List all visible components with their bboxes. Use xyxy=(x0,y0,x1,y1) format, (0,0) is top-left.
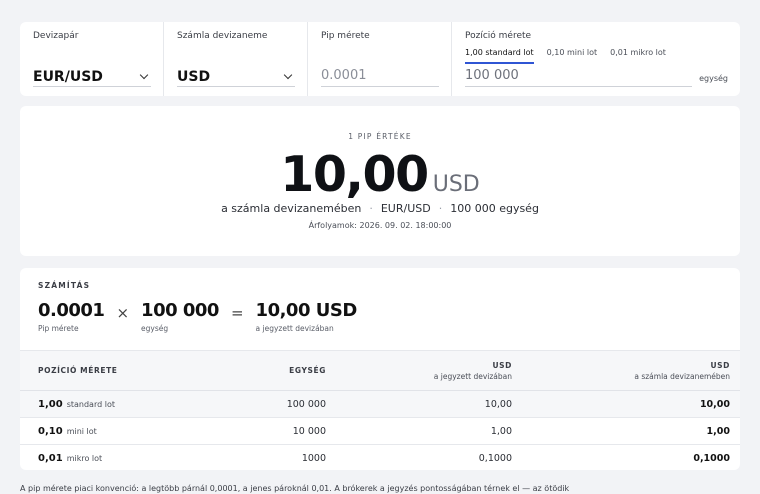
table-row: 1,00 standard lot 100 000 10,00 10,00 xyxy=(20,390,740,418)
account-currency-select[interactable]: Számla devizaneme USD xyxy=(164,22,308,96)
pip-size-placeholder[interactable]: 0.0001 xyxy=(321,68,367,83)
formula: 0.0001 Pip mérete × 100 000 egység = 10,… xyxy=(38,300,357,333)
header-position-size: POZÍCIÓ MÉRETE xyxy=(38,366,118,375)
tab-micro-lot[interactable]: 0,01 mikro lot xyxy=(610,48,666,64)
table-header-row: POZÍCIÓ MÉRETE EGYSÉG USD a jegyzett devi… xyxy=(20,350,740,391)
header-quote-currency: USD a jegyzett devizában xyxy=(433,360,512,381)
currency-pair-select[interactable]: Devizapár EUR/USD xyxy=(20,22,164,96)
tab-mini-lot[interactable]: 0,10 mini lot xyxy=(547,48,597,64)
calculator-controls: Devizapár EUR/USD Számla devizaneme USD … xyxy=(20,22,740,96)
formula-pip-size: 0.0001 Pip mérete xyxy=(38,300,105,333)
header-account-currency: USD a számla devizanemében xyxy=(634,360,730,381)
lot-size-table: POZÍCIÓ MÉRETE EGYSÉG USD a jegyzett devi… xyxy=(20,350,740,470)
lot-tabs: 1,00 standard lot 0,10 mini lot 0,01 mik… xyxy=(465,48,679,64)
pip-value-result: 1 PIP ÉRTÉKE 10,00 USD a számla devizane… xyxy=(20,106,740,256)
result-meta-context: a számla devizanemében xyxy=(221,202,362,215)
currency-pair-label: Devizapár xyxy=(33,31,79,41)
result-meta-pair: EUR/USD xyxy=(380,202,431,215)
currency-pair-value[interactable]: EUR/USD xyxy=(33,69,103,85)
table-row: 0,10 mini lot 10 000 1,00 1,00 xyxy=(20,418,740,445)
multiply-sign: × xyxy=(116,304,130,322)
pip-size-input[interactable]: Pip mérete 0.0001 xyxy=(308,22,452,96)
separator-dot: · xyxy=(438,202,443,215)
table-row: 0,01 mikro lot 1000 0,1000 0,1000 xyxy=(20,445,740,471)
pip-value-amount: 10,00 xyxy=(280,146,429,203)
tab-standard-lot[interactable]: 1,00 standard lot xyxy=(465,48,534,64)
account-currency-value[interactable]: USD xyxy=(177,69,210,85)
header-units: EGYSÉG xyxy=(289,366,326,375)
result-meta: a számla devizanemében · EUR/USD · 100 0… xyxy=(20,202,740,215)
equals-sign: = xyxy=(230,304,244,322)
result-meta-units: 100 000 egység xyxy=(450,202,539,215)
chevron-down-icon[interactable] xyxy=(283,70,293,80)
formula-result: 10,00 USD a jegyzett devizában xyxy=(255,300,358,333)
separator-dot: · xyxy=(369,202,373,215)
footnote: A pip mérete piaci konvenció: a legtöbb … xyxy=(20,484,570,493)
calculation-title: SZÁMÍTÁS xyxy=(38,281,91,290)
chevron-down-icon[interactable] xyxy=(139,70,149,80)
calculation-panel: SZÁMÍTÁS 0.0001 Pip mérete × 100 000 egy… xyxy=(20,268,740,470)
position-size-control: Pozíció mérete 1,00 standard lot 0,10 mi… xyxy=(452,22,740,96)
rates-timestamp: Árfolyamok: 2026. 09. 02. 18:00:00 xyxy=(308,221,452,230)
position-size-label: Pozíció mérete xyxy=(465,31,532,41)
pip-size-label: Pip mérete xyxy=(321,31,370,41)
position-size-input[interactable]: 100 000 xyxy=(465,68,519,83)
account-currency-label: Számla devizaneme xyxy=(177,31,268,41)
pip-value-currency: USD xyxy=(432,172,480,197)
formula-units: 100 000 egység xyxy=(141,300,219,333)
result-eyebrow: 1 PIP ÉRTÉKE xyxy=(348,132,412,141)
position-unit-label: egység xyxy=(699,74,728,83)
